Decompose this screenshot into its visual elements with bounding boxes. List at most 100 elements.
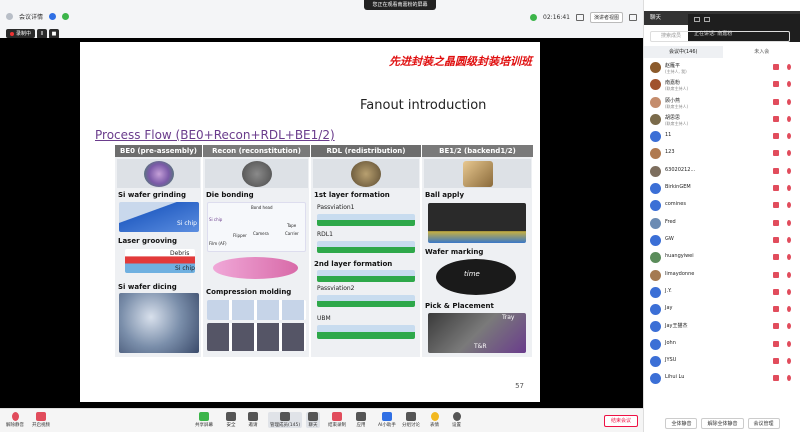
camera-off-icon[interactable] [773,150,779,157]
avatar [650,131,661,143]
screen-share-banner[interactable]: 您正在观看南嘉粉的屏幕 [364,0,436,10]
mic-off-icon[interactable] [787,254,791,261]
participant-row[interactable]: 南嘉粉 (联席主持人) [644,77,800,94]
clock-icon [530,14,538,21]
participant-row[interactable]: 63020212... [644,164,800,181]
mic-off-icon[interactable] [787,185,791,192]
mic-off-icon[interactable] [787,98,791,105]
chat-button[interactable]: 聊天 [306,412,320,428]
camera-off-icon[interactable] [773,202,779,209]
camera-off-icon[interactable] [773,306,779,313]
camera-off-icon[interactable] [773,375,779,382]
mic-off-icon[interactable] [787,167,791,174]
participant-row[interactable]: Jay [644,302,800,319]
settings-button[interactable]: 设置 [452,412,461,428]
camera-off-icon[interactable] [773,115,779,122]
mic-off-icon[interactable] [787,271,791,278]
participant-row[interactable]: 胡思思 (联席主持人) [644,112,800,129]
mic-off-icon[interactable] [787,375,791,382]
ai-icon [381,412,392,421]
participant-row[interactable]: 顾小燕 (联席主持人) [644,95,800,112]
mic-off-icon[interactable] [787,133,791,140]
participant-row[interactable]: 11 [644,129,800,146]
participant-row[interactable]: Lihui Lu [644,371,800,388]
mic-off-icon[interactable] [787,236,791,243]
camera-off-icon[interactable] [773,81,779,88]
start-video-button[interactable]: 开启视频 [32,412,50,428]
member-search-input[interactable]: 搜索成员 [650,31,790,42]
mic-off-icon[interactable] [787,202,791,209]
camera-off-icon[interactable] [773,98,779,105]
meeting-manage-button[interactable]: 会议管理 [747,418,780,429]
unmute-all-button[interactable]: 解除全体静音 [701,418,744,429]
mic-off-icon[interactable] [787,323,791,330]
meeting-info-button[interactable]: 会议详情 [19,12,43,21]
stop-recording-button-bottom[interactable]: 结束录制 [328,412,346,428]
participant-row[interactable]: JYSU [644,354,800,371]
camera-off-icon[interactable] [773,254,779,261]
participant-row[interactable]: GW [644,233,800,250]
participant-row[interactable]: John [644,337,800,354]
ubm-image [317,325,415,339]
stop-recording-button[interactable]: ■ [49,28,60,39]
security-shield-icon [49,13,57,20]
minimize-icon[interactable] [694,17,700,22]
participant-row[interactable]: Jay王猫杰 [644,319,800,336]
manage-members-button[interactable]: 管理成员(145) [268,412,303,428]
mic-off-icon[interactable] [787,115,791,122]
mic-off-icon[interactable] [787,150,791,157]
tab-not-joined[interactable]: 未入会 [723,46,800,58]
avatar [650,373,661,385]
reactions-button[interactable]: 表情 [430,412,439,428]
participant-row[interactable]: limaydonne [644,268,800,285]
apps-icon [356,412,366,421]
participant-row[interactable]: 赵雁平 (主持人, 我) [644,60,800,77]
avatar [650,321,661,333]
mute-all-button[interactable]: 全体静音 [665,418,698,429]
wafer-thumb [117,159,200,188]
camera-off-icon[interactable] [773,358,779,365]
mic-off-icon[interactable] [787,340,791,347]
participant-row[interactable]: huangyiwei [644,250,800,267]
participant-row[interactable]: J.Y. [644,285,800,302]
participant-row[interactable]: comines [644,198,800,215]
camera-off-icon[interactable] [773,340,779,347]
grid-icon[interactable] [704,17,710,22]
fullscreen-icon[interactable] [629,14,637,21]
camera-off-icon[interactable] [773,323,779,330]
participant-row[interactable]: 123 [644,146,800,163]
camera-off-icon[interactable] [773,219,779,226]
participant-row[interactable]: BirkinGEM [644,181,800,198]
ai-assistant-button[interactable]: AI小助手 [378,412,396,428]
end-meeting-button[interactable]: 结束会议 [604,415,638,427]
mic-off-icon[interactable] [787,358,791,365]
mic-off-icon[interactable] [787,64,791,70]
invite-button[interactable]: 邀请 [248,412,258,428]
camera-off-icon[interactable] [773,236,779,243]
speaker-view-button[interactable]: 演讲者视图 [589,12,623,23]
avatar [650,148,661,160]
unmute-button[interactable]: 解除静音 [6,412,24,428]
mic-off-icon[interactable] [787,306,791,313]
participant-name: limaydonne [665,270,695,277]
share-screen-button[interactable]: 共享屏幕 [195,412,213,428]
participants-panel: 聊天 正在讲话: 南嘉粉 搜索成员 会议中(146) 未入会 赵雁平 (主持人, … [643,0,800,432]
mic-off-icon[interactable] [787,288,791,295]
camera-off-icon[interactable] [773,133,779,140]
camera-off-icon[interactable] [773,64,779,70]
apps-button[interactable]: 应用 [356,412,366,428]
camera-off-icon[interactable] [773,167,779,174]
participant-row[interactable]: Fred [644,216,800,233]
pause-recording-button[interactable]: II [37,28,48,39]
mic-off-icon[interactable] [787,219,791,226]
breakout-button[interactable]: 分组讨论 [402,412,420,428]
camera-off-icon[interactable] [773,288,779,295]
security-button[interactable]: 安全 [226,412,236,428]
camera-off-icon[interactable] [773,185,779,192]
camera-off-icon[interactable] [773,271,779,278]
layout-icon[interactable] [575,14,584,21]
tab-in-meeting[interactable]: 会议中(146) [644,46,723,58]
mic-off-icon[interactable] [787,81,791,88]
start-video-label: 开启视频 [32,423,50,428]
info-icon[interactable] [6,13,13,20]
